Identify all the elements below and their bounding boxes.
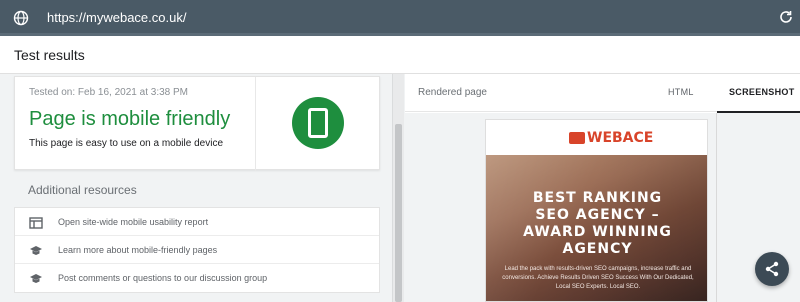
webace-logo-icon bbox=[569, 132, 585, 144]
resource-item-usability-report[interactable]: Open site-wide mobile usability report bbox=[15, 208, 379, 236]
share-button[interactable] bbox=[755, 252, 789, 286]
preview-tabs: Rendered page HTML SCREENSHOT bbox=[405, 74, 800, 113]
result-headline: Page is mobile friendly bbox=[29, 108, 231, 130]
rendered-screenshot: WEBACE BEST RANKING SEO AGENCY – AWARD W… bbox=[485, 119, 708, 302]
rendered-page-label: Rendered page bbox=[418, 87, 487, 98]
resources-list: Open site-wide mobile usability report L… bbox=[14, 207, 380, 293]
result-subtitle: This page is easy to use on a mobile dev… bbox=[29, 138, 223, 149]
page-title: Test results bbox=[14, 47, 85, 63]
school-icon bbox=[29, 272, 43, 284]
results-panel: Tested on: Feb 16, 2021 at 3:38 PM Page … bbox=[0, 74, 392, 302]
card-divider bbox=[255, 77, 256, 171]
resource-item-discussion-group[interactable]: Post comments or questions to our discus… bbox=[15, 264, 379, 292]
page-header: Test results bbox=[0, 36, 800, 74]
hero-headline-line: SEO AGENCY – bbox=[535, 207, 660, 223]
browser-url-bar: https://mywebace.co.uk/ bbox=[0, 0, 800, 36]
tab-html[interactable]: HTML bbox=[668, 87, 694, 97]
tested-on-text: Tested on: Feb 16, 2021 at 3:38 PM bbox=[29, 87, 188, 98]
scrollbar-thumb[interactable] bbox=[395, 124, 402, 302]
reload-icon[interactable] bbox=[778, 9, 794, 25]
hero-headline-line: AWARD WINNING bbox=[523, 224, 672, 240]
result-card: Tested on: Feb 16, 2021 at 3:38 PM Page … bbox=[14, 76, 380, 171]
school-icon bbox=[29, 244, 43, 256]
mobile-friendly-badge bbox=[292, 97, 344, 149]
hero-headline-line: BEST RANKING bbox=[532, 190, 663, 206]
report-icon bbox=[29, 216, 43, 229]
url-text[interactable]: https://mywebace.co.uk/ bbox=[47, 10, 186, 25]
site-logo: WEBACE bbox=[587, 130, 654, 146]
preview-divider bbox=[716, 113, 717, 302]
resource-label: Learn more about mobile-friendly pages bbox=[58, 245, 218, 255]
hero-body-text: Lead the pack with results-driven SEO ca… bbox=[502, 266, 694, 290]
resource-label: Open site-wide mobile usability report bbox=[58, 217, 209, 227]
mobile-phone-icon bbox=[308, 108, 328, 138]
site-header: WEBACE bbox=[486, 120, 707, 155]
preview-panel: Rendered page HTML SCREENSHOT WEBACE BES… bbox=[405, 74, 800, 302]
globe-icon bbox=[13, 10, 29, 26]
resource-item-learn-more[interactable]: Learn more about mobile-friendly pages bbox=[15, 236, 379, 264]
tab-screenshot[interactable]: SCREENSHOT bbox=[717, 74, 800, 113]
share-icon bbox=[765, 261, 779, 277]
additional-resources-title: Additional resources bbox=[28, 183, 137, 197]
resource-label: Post comments or questions to our discus… bbox=[58, 273, 268, 283]
site-hero: BEST RANKING SEO AGENCY – AWARD WINNING … bbox=[486, 155, 707, 301]
hero-headline-line: AGENCY bbox=[562, 241, 633, 257]
tab-screenshot-label: SCREENSHOT bbox=[729, 87, 795, 97]
